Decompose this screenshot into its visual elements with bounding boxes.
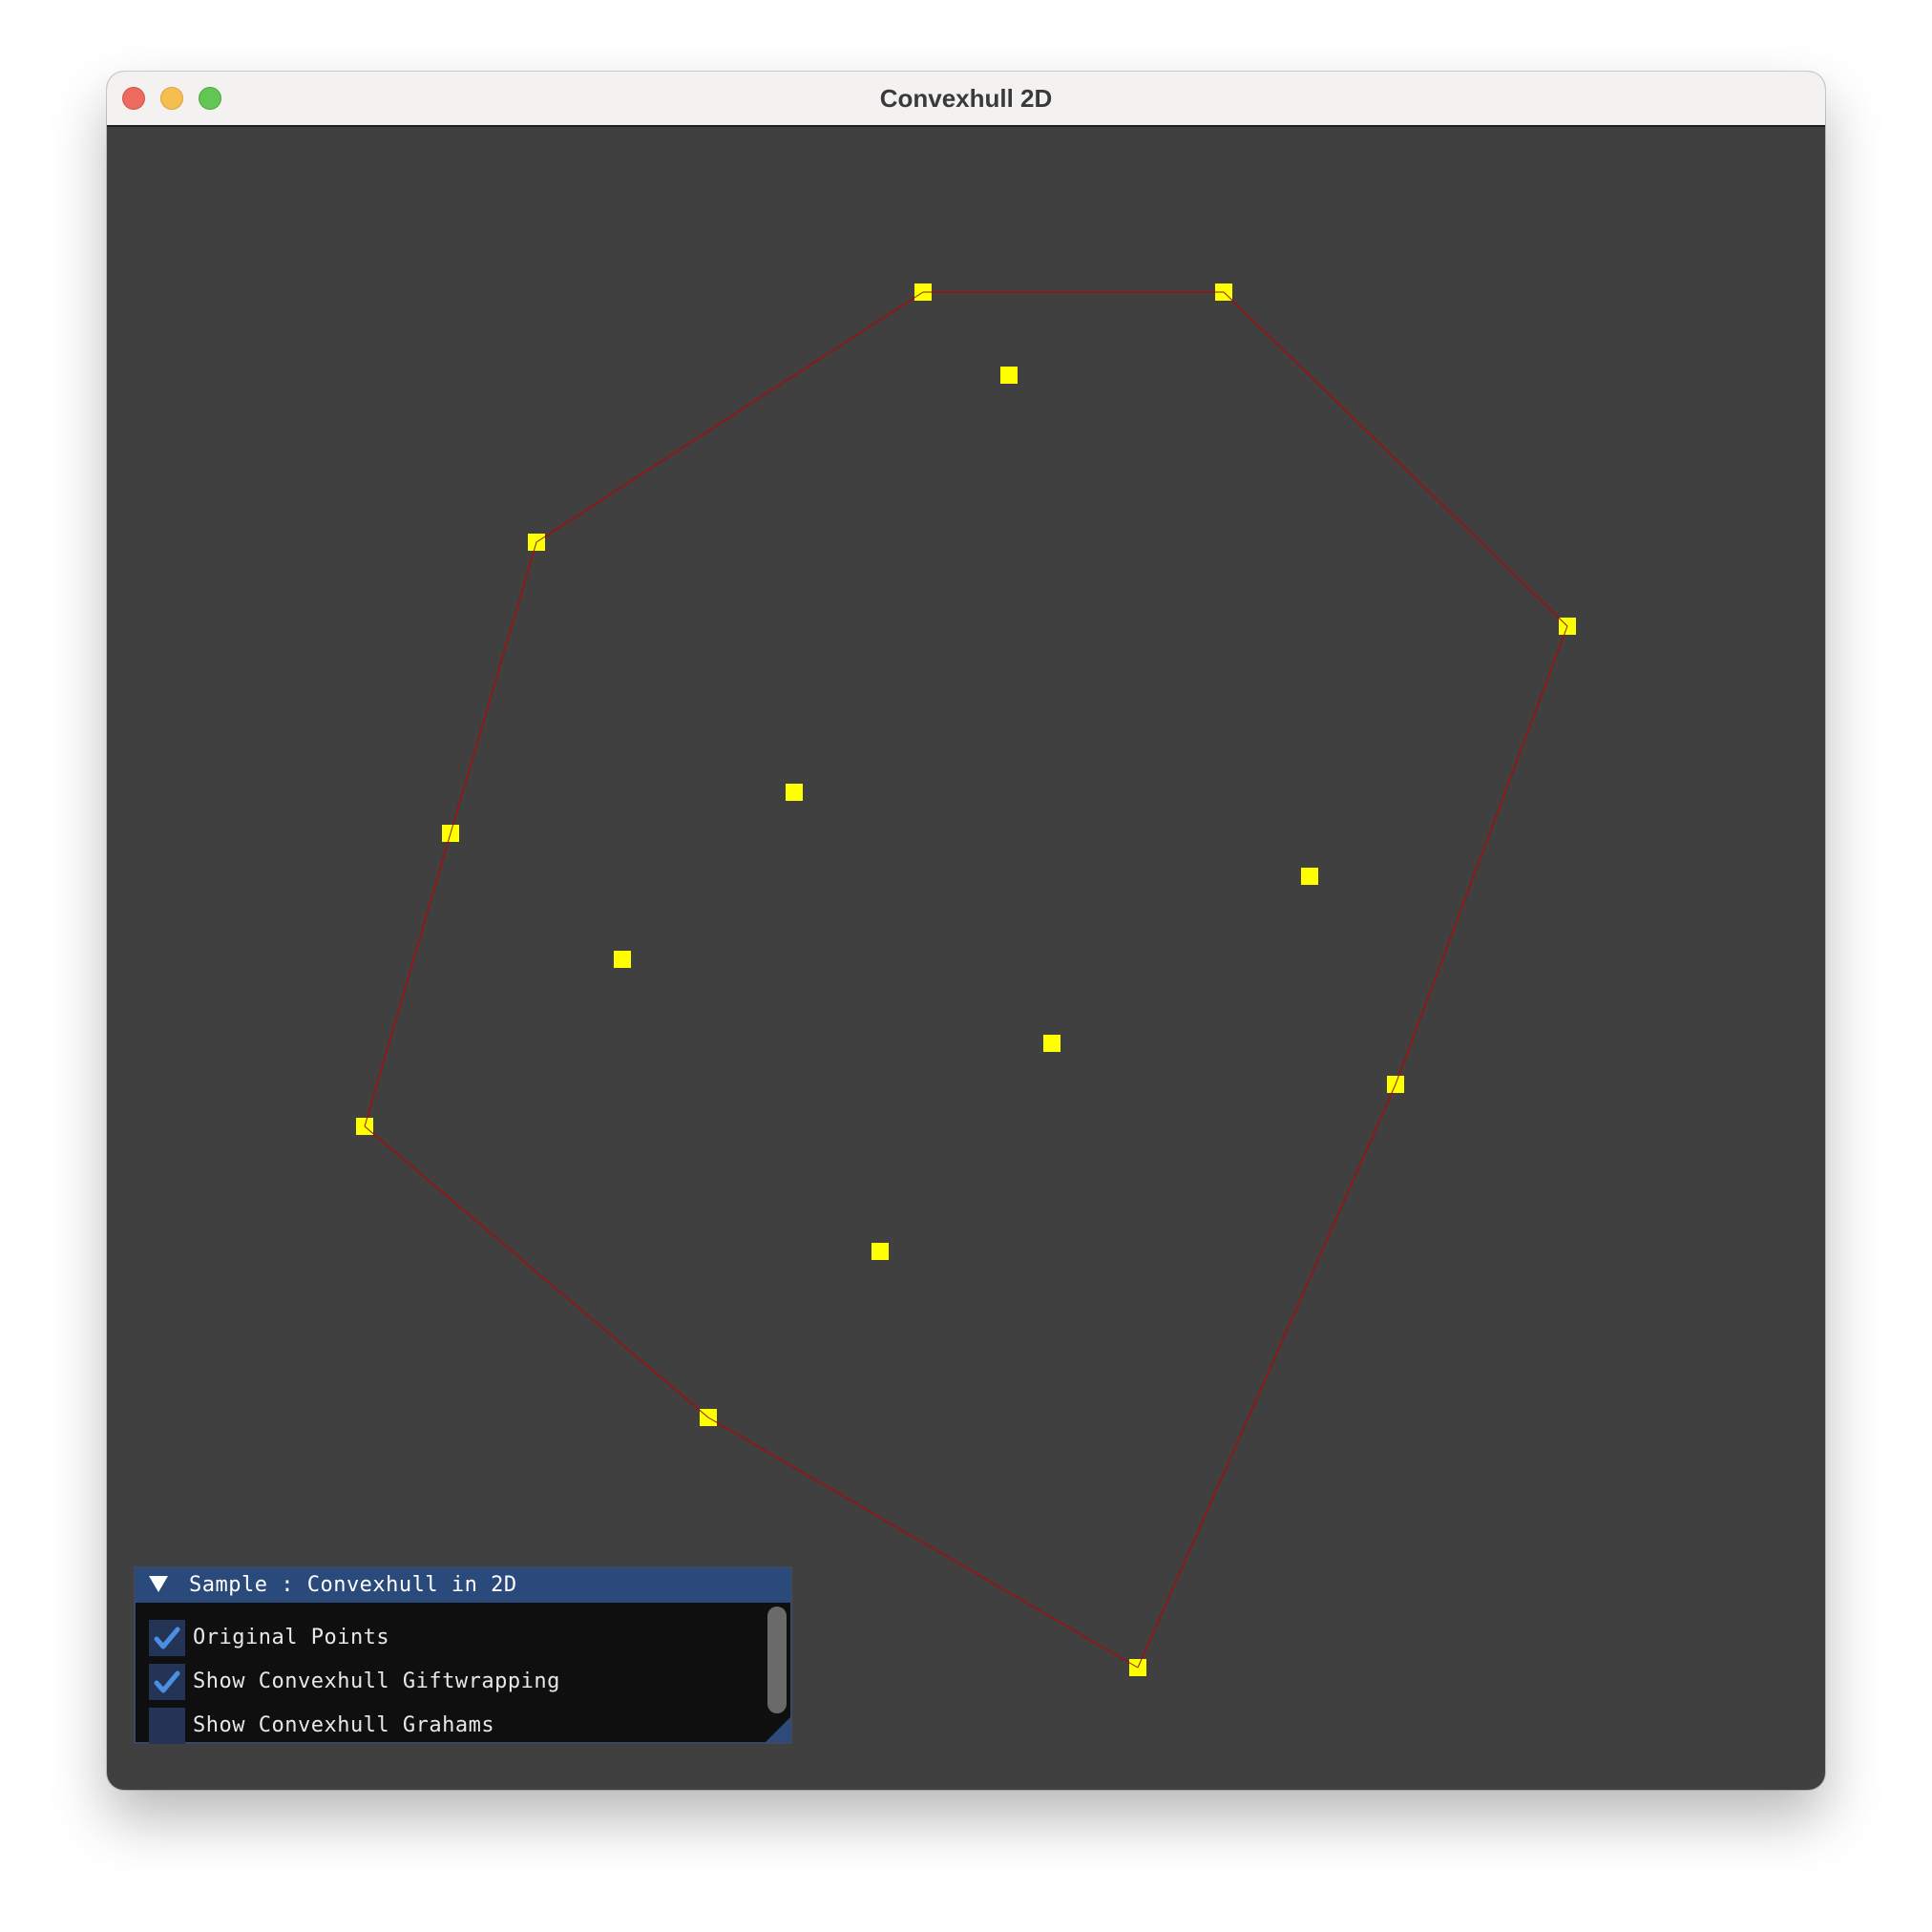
- panel-header[interactable]: Sample : Convexhull in 2D: [136, 1568, 790, 1603]
- checkmark-icon: [154, 1627, 180, 1649]
- point-2: [1000, 367, 1018, 384]
- original-points-label: Original Points: [193, 1626, 390, 1649]
- hull-giftwrapping-polygon: [363, 291, 1569, 1670]
- render-canvas[interactable]: [107, 127, 1825, 1790]
- sample-panel[interactable]: Sample : Convexhull in 2D Original Point…: [134, 1566, 792, 1744]
- panel-scrollbar[interactable]: [767, 1606, 787, 1713]
- window-title: Convexhull 2D: [879, 84, 1053, 113]
- original-points-checkbox[interactable]: [149, 1620, 185, 1656]
- show-grahams-checkbox[interactable]: [149, 1708, 185, 1744]
- show-grahams-label: Show Convexhull Grahams: [193, 1713, 495, 1737]
- point-5: [786, 784, 803, 801]
- collapse-arrow-icon[interactable]: [149, 1576, 168, 1592]
- hull-edge-7: [450, 541, 537, 834]
- show-giftwrapping-checkbox[interactable]: [149, 1664, 185, 1700]
- hull-edge-3: [1137, 1083, 1396, 1669]
- show-giftwrapping-label: Show Convexhull Giftwrapping: [193, 1670, 560, 1693]
- point-9: [1043, 1035, 1060, 1052]
- point-7: [1301, 868, 1318, 885]
- panel-title: Sample : Convexhull in 2D: [189, 1573, 517, 1597]
- point-8: [614, 951, 631, 968]
- point-12: [872, 1243, 889, 1260]
- resize-grip[interactable]: [766, 1717, 790, 1742]
- app-window: Convexhull 2D Sample : Convexhull in 2D …: [107, 72, 1825, 1790]
- hull-edge-8: [536, 291, 924, 543]
- hull-edge-2: [1395, 625, 1568, 1085]
- title-bar[interactable]: Convexhull 2D: [107, 72, 1825, 127]
- checkmark-icon: [154, 1670, 180, 1693]
- hull-edge-6: [364, 832, 452, 1127]
- convexhull-scene[interactable]: [107, 127, 1825, 1790]
- hull-edge-1: [1223, 291, 1568, 627]
- hull-edge-5: [364, 1125, 709, 1418]
